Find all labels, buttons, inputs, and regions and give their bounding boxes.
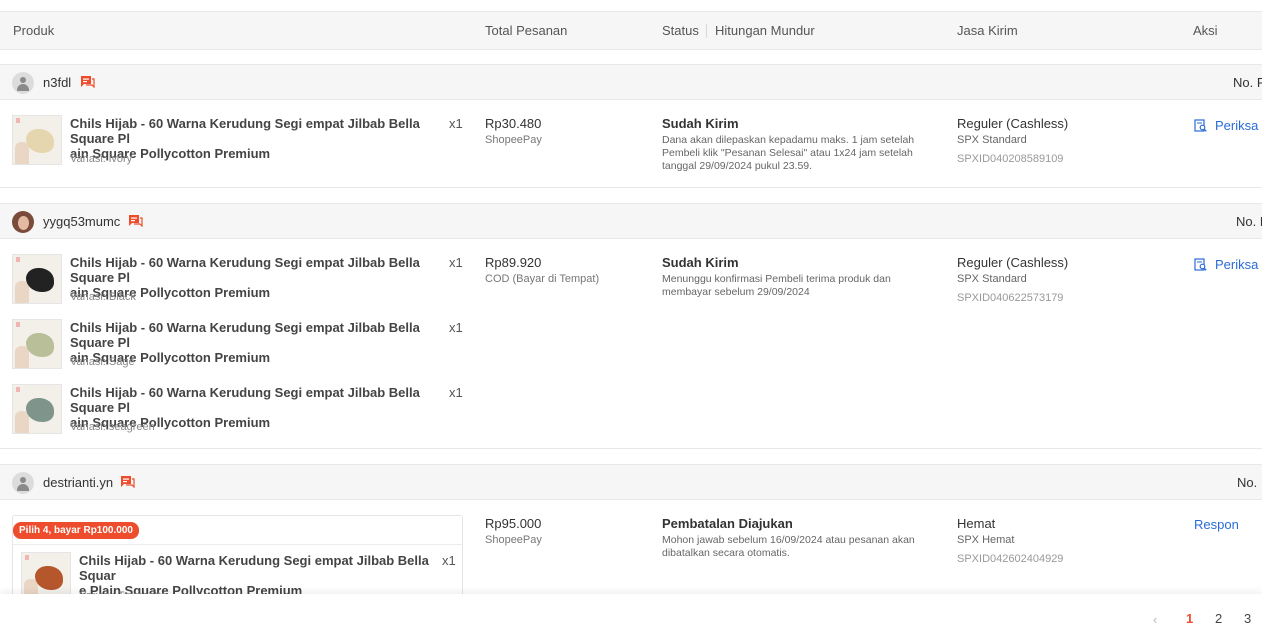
chat-icon[interactable] xyxy=(80,75,95,88)
order-number: No. P xyxy=(1233,75,1262,90)
courier-name: Hemat xyxy=(957,516,996,531)
product-thumbnail[interactable] xyxy=(12,115,62,165)
col-courier: Jasa Kirim xyxy=(957,23,1018,38)
order-status: Pembatalan Diajukan xyxy=(662,516,793,531)
product-variant: Variasi: Black xyxy=(70,291,136,303)
product-variant: Variasi: Sage xyxy=(70,356,135,368)
courier-service: SPX Standard xyxy=(957,273,1027,285)
tracking-number: SPXID040622573179 xyxy=(957,292,1064,304)
buyer-name[interactable]: n3fdl xyxy=(43,75,71,90)
buyer-row: destrianti.yn No. xyxy=(0,464,1262,500)
col-status: Status xyxy=(662,23,699,38)
status-description: Menunggu konfirmasi Pembeli terima produ… xyxy=(662,273,891,298)
product-qty: x1 xyxy=(449,255,463,270)
order-divider xyxy=(0,187,1262,188)
chat-icon[interactable] xyxy=(120,475,135,488)
page-2-button[interactable]: 2 xyxy=(1215,611,1222,626)
buyer-name[interactable]: yygq53mumc xyxy=(43,214,120,229)
magnify-doc-icon[interactable] xyxy=(1194,119,1207,132)
check-details-link[interactable]: Periksa R xyxy=(1215,257,1262,272)
payment-method: ShopeePay xyxy=(485,134,542,146)
courier-service: SPX Standard xyxy=(957,134,1027,146)
product-qty: x1 xyxy=(449,116,463,131)
product-variant: Variasi: ivory xyxy=(70,153,133,165)
col-action: Aksi xyxy=(1193,23,1218,38)
order-status: Sudah Kirim xyxy=(662,116,739,131)
page-3-button[interactable]: 3 xyxy=(1244,611,1251,626)
pagination-bar xyxy=(0,594,1262,631)
order-total: Rp95.000 xyxy=(485,516,542,531)
table-header: Produk Total Pesanan Status Hitungan Mun… xyxy=(0,11,1262,50)
order-number: No. xyxy=(1237,475,1258,490)
courier-name: Reguler (Cashless) xyxy=(957,116,1069,131)
header-separator xyxy=(706,24,707,38)
product-thumbnail[interactable] xyxy=(12,384,62,434)
product-qty: x1 xyxy=(449,385,463,400)
product-qty: x1 xyxy=(449,320,463,335)
col-countdown: Hitungan Mundur xyxy=(715,23,815,38)
payment-method: ShopeePay xyxy=(485,534,542,546)
buyer-row: yygq53mumc No. P xyxy=(0,203,1262,239)
order-number: No. P xyxy=(1236,214,1262,229)
product-variant: Variasi: seagreen xyxy=(70,421,155,433)
page-1-button[interactable]: 1 xyxy=(1186,611,1193,626)
user-avatar-icon xyxy=(12,72,34,94)
prev-page-icon[interactable]: ‹ xyxy=(1153,612,1157,627)
payment-method: COD (Bayar di Tempat) xyxy=(485,273,600,285)
order-total: Rp89.920 xyxy=(485,255,542,270)
buyer-name[interactable]: destrianti.yn xyxy=(43,475,113,490)
user-avatar-icon xyxy=(12,211,34,233)
chat-icon[interactable] xyxy=(128,214,143,227)
respond-link[interactable]: Respon xyxy=(1194,517,1239,532)
product-thumbnail[interactable] xyxy=(12,254,62,304)
tracking-number: SPXID040208589109 xyxy=(957,153,1064,165)
col-total: Total Pesanan xyxy=(485,23,568,38)
buyer-row: n3fdl No. P xyxy=(0,64,1262,100)
order-divider xyxy=(0,448,1262,449)
courier-service: SPX Hemat xyxy=(957,534,1015,546)
magnify-doc-icon[interactable] xyxy=(1194,258,1207,271)
status-description: Mohon jawab sebelum 16/09/2024 atau pesa… xyxy=(662,534,915,559)
courier-name: Reguler (Cashless) xyxy=(957,255,1069,270)
col-product: Produk xyxy=(13,23,55,38)
bundle-deal-badge: Pilih 4, bayar Rp100.000 xyxy=(13,522,139,539)
bundle-divider xyxy=(13,544,462,545)
product-thumbnail[interactable] xyxy=(12,319,62,369)
tracking-number: SPXID042602404929 xyxy=(957,553,1064,565)
order-total: Rp30.480 xyxy=(485,116,542,131)
order-status: Sudah Kirim xyxy=(662,255,739,270)
check-details-link[interactable]: Periksa R xyxy=(1215,118,1262,133)
product-qty: x1 xyxy=(442,553,456,568)
status-description: Dana akan dilepaskan kepadamu maks. 1 ja… xyxy=(662,134,915,172)
user-avatar-icon xyxy=(12,472,34,494)
